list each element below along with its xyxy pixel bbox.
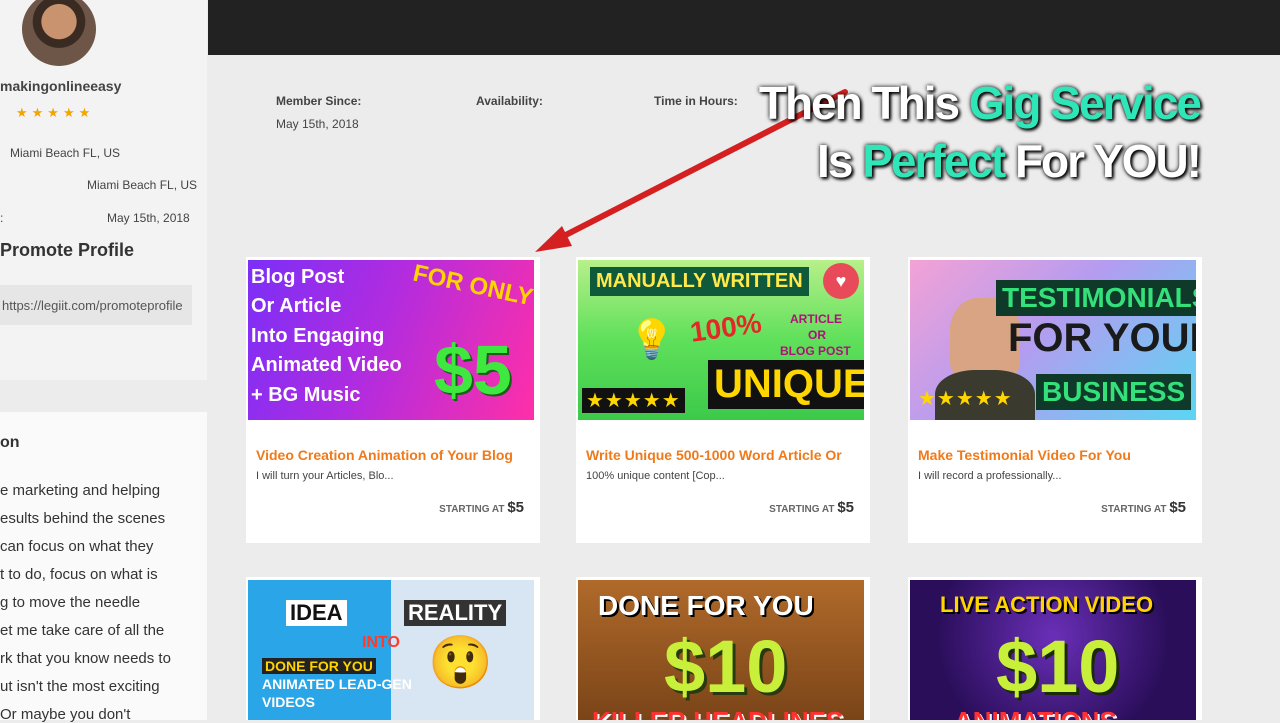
- price-value: $5: [837, 499, 854, 516]
- location-text: Miami Beach FL, US: [10, 146, 121, 160]
- overlay-text: Is: [817, 135, 863, 187]
- member-since-label-cut: :: [0, 211, 4, 225]
- thumb-text: Into Engaging: [251, 325, 385, 347]
- thumb-text: ANIMATIONS: [954, 706, 1117, 720]
- gig-card[interactable]: Blog Post Or Article Into Engaging Anima…: [246, 257, 540, 543]
- thumb-text: + BG Music: [251, 384, 361, 406]
- thumb-text: DONE FOR YOU: [262, 658, 376, 674]
- gig-price: STARTING AT $5: [1101, 499, 1186, 516]
- thumb-stars-icon: ★★★★★: [582, 388, 685, 413]
- overlay-text: For YOU!: [1004, 135, 1202, 187]
- about-line: e marketing and helping: [0, 482, 161, 499]
- thumb-price: $5: [434, 331, 512, 409]
- about-line: g to move the needle: [0, 594, 141, 611]
- gig-thumbnail[interactable]: IDEA REALITY INTO 😲 DONE FOR YOU ANIMATE…: [248, 580, 534, 720]
- gig-thumbnail[interactable]: DONE FOR YOU $10 KILLER HEADLINES: [578, 580, 864, 720]
- gig-title[interactable]: Video Creation Animation of Your Blog: [256, 447, 513, 463]
- starting-at-label: STARTING AT: [1101, 504, 1167, 515]
- location-value: Miami Beach FL, US: [87, 178, 198, 192]
- thumb-text: OR: [808, 328, 826, 342]
- about-line: esults behind the scenes: [0, 510, 166, 527]
- top-bar: [208, 0, 1280, 55]
- thumb-text: FOR YOUR: [1008, 316, 1196, 360]
- thumb-tag: FOR ONLY: [410, 260, 534, 312]
- thumb-text: Animated Video: [251, 354, 402, 376]
- starting-at-label: STARTING AT: [769, 504, 835, 515]
- price-value: $5: [1169, 499, 1186, 516]
- gig-title[interactable]: Make Testimonial Video For You: [918, 447, 1131, 463]
- thumb-text: VIDEOS: [262, 694, 315, 710]
- about-title: on: [0, 434, 20, 451]
- about-line: ut isn't the most exciting: [0, 678, 160, 695]
- thumb-text: Blog Post: [251, 266, 345, 288]
- overlay-text: Then This: [758, 77, 969, 129]
- gig-thumbnail[interactable]: MANUALLY WRITTEN ♥ 100% ARTICLE OR BLOG …: [578, 260, 864, 420]
- thumb-price: $10: [996, 625, 1120, 708]
- surprised-emoji-icon: 😲: [428, 634, 493, 692]
- gig-description: 100% unique content [Cop...: [586, 470, 725, 482]
- gig-price: STARTING AT $5: [439, 499, 524, 516]
- overlay-headline-line1: Then This Gig Service: [758, 76, 1202, 130]
- gig-description: I will turn your Articles, Blo...: [256, 470, 394, 482]
- gig-thumbnail[interactable]: Blog Post Or Article Into Engaging Anima…: [248, 260, 534, 420]
- overlay-highlight: Perfect: [862, 135, 1006, 187]
- about-line: t to do, focus on what is: [0, 566, 158, 583]
- gig-price: STARTING AT $5: [769, 499, 854, 516]
- gig-thumbnail[interactable]: TESTIMONIALS FOR YOUR BUSINESS ★★★★★: [910, 260, 1196, 420]
- thumb-text: ARTICLE: [790, 312, 842, 326]
- favorite-heart-icon[interactable]: ♥: [823, 263, 859, 299]
- thumb-text: INTO: [362, 634, 400, 651]
- thumb-text: KILLER HEADLINES: [592, 706, 843, 720]
- thumb-text: LIVE ACTION VIDEO: [940, 592, 1154, 617]
- gig-card[interactable]: LIVE ACTION VIDEO $10 ANIMATIONS: [908, 577, 1202, 720]
- gig-card[interactable]: MANUALLY WRITTEN ♥ 100% ARTICLE OR BLOG …: [576, 257, 870, 543]
- member-since-value: May 15th, 2018: [107, 211, 190, 225]
- promote-profile-title: Promote Profile: [0, 240, 135, 260]
- about-line: et me take care of all the: [0, 622, 165, 639]
- member-since-label: Member Since:: [276, 94, 362, 108]
- thumb-text: BUSINESS: [1036, 374, 1192, 410]
- thumb-text: ANIMATED LEAD-GEN: [262, 676, 412, 692]
- thumb-big-text: UNIQUE: [708, 360, 864, 409]
- avatar[interactable]: [22, 0, 96, 66]
- thumb-text: 100%: [688, 307, 764, 348]
- thumb-banner: MANUALLY WRITTEN: [590, 267, 809, 296]
- starting-at-label: STARTING AT: [439, 504, 505, 515]
- lightbulb-icon: 💡: [628, 319, 676, 361]
- price-value: $5: [507, 499, 524, 516]
- thumb-text: DONE FOR YOU: [598, 590, 814, 621]
- profile-sidebar: makingonlineeasy ★★★★★ Miami Beach FL, U…: [0, 0, 207, 380]
- rating-stars-icon: ★★★★★: [16, 105, 95, 120]
- gig-card[interactable]: TESTIMONIALS FOR YOUR BUSINESS ★★★★★ Mak…: [908, 257, 1202, 543]
- username[interactable]: makingonlineeasy: [0, 78, 121, 94]
- promote-url-field[interactable]: [0, 285, 192, 325]
- thumb-text: Or Article: [251, 295, 342, 317]
- thumb-price: $10: [664, 625, 788, 708]
- gig-description: I will record a professionally...: [918, 470, 1062, 482]
- member-since-date: May 15th, 2018: [276, 117, 359, 131]
- gig-card[interactable]: DONE FOR YOU $10 KILLER HEADLINES: [576, 577, 870, 720]
- overlay-headline-line2: Is Perfect For YOU!: [817, 134, 1202, 188]
- about-line: Or maybe you don't: [0, 706, 131, 723]
- about-section: on e marketing and helping esults behind…: [0, 412, 207, 723]
- thumb-text: REALITY: [404, 600, 507, 626]
- overlay-highlight: Gig Service: [968, 77, 1202, 129]
- about-line: rk that you know needs to: [0, 650, 171, 667]
- gig-title[interactable]: Write Unique 500-1000 Word Article Or: [586, 447, 842, 463]
- gig-card[interactable]: IDEA REALITY INTO 😲 DONE FOR YOU ANIMATE…: [246, 577, 540, 720]
- thumb-text: TESTIMONIALS: [996, 280, 1196, 316]
- thumb-text: BLOG POST: [780, 344, 851, 358]
- about-line: can focus on what they: [0, 538, 154, 555]
- thumb-stars-icon: ★★★★★: [918, 388, 1013, 410]
- thumb-text: IDEA: [286, 600, 347, 626]
- gig-thumbnail[interactable]: LIVE ACTION VIDEO $10 ANIMATIONS: [910, 580, 1196, 720]
